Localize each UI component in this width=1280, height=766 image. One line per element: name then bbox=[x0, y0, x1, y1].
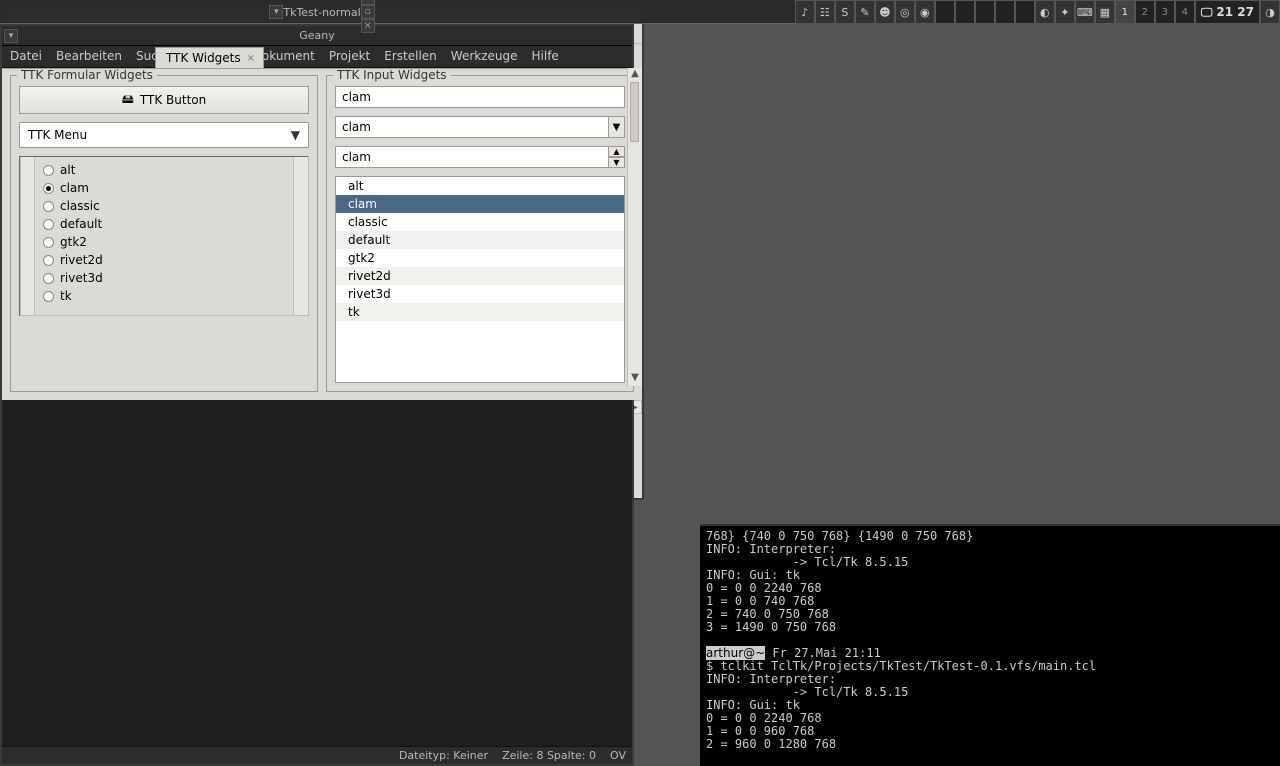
ttk-spinbox[interactable]: clam ▲ ▼ bbox=[335, 146, 625, 168]
tray-spacer bbox=[935, 0, 955, 24]
desktop-2[interactable]: 2 bbox=[1135, 0, 1155, 24]
group-legend: TTK Formular Widgets bbox=[17, 68, 157, 82]
button-icon: 🖴 bbox=[122, 90, 134, 111]
spin-up-icon[interactable]: ▲ bbox=[609, 146, 625, 157]
chevron-down-icon: ▼ bbox=[291, 128, 300, 142]
scrollbar-left[interactable] bbox=[20, 157, 35, 315]
tray-icon[interactable]: ☻ bbox=[875, 0, 895, 24]
status-position: Zeile: 8 Spalte: 0 bbox=[502, 749, 596, 762]
desktop-3[interactable]: 3 bbox=[1155, 0, 1175, 24]
tab-ttk-widgets[interactable]: TTK Widgets× bbox=[155, 47, 264, 69]
radio-dot-icon bbox=[43, 165, 54, 176]
terminal[interactable]: 768} {740 0 750 768} {1490 0 750 768} IN… bbox=[700, 524, 1280, 766]
spin-down-icon[interactable]: ▼ bbox=[609, 157, 625, 168]
radio-rivet3d[interactable]: rivet3d bbox=[43, 271, 285, 285]
radio-dot-icon bbox=[43, 255, 54, 266]
desktop-4[interactable]: 4 bbox=[1175, 0, 1195, 24]
radio-dot-icon bbox=[43, 273, 54, 284]
tray-icon[interactable]: ⌨ bbox=[1075, 0, 1095, 24]
menu-item[interactable]: Datei bbox=[10, 49, 42, 64]
ttk-radio-panel: alt clam classic default gtk2 rivet2d rivet3d t… bbox=[19, 156, 309, 316]
vertical-scrollbar[interactable]: ▲▼ bbox=[627, 68, 642, 386]
geany-title: Geany bbox=[299, 29, 335, 42]
radio-rivet2d[interactable]: rivet2d bbox=[43, 253, 285, 267]
radio-dot-icon bbox=[43, 201, 54, 212]
radio-dot-icon bbox=[43, 219, 54, 230]
list-item[interactable]: clam bbox=[336, 195, 624, 213]
tray-spacer bbox=[995, 0, 1015, 24]
ttk-listbox[interactable]: altclamclassicdefaultgtk2rivet2drivet3dt… bbox=[335, 176, 625, 383]
mousepad-statusbar: Dateityp: Keiner Zeile: 8 Spalte: 0 OV bbox=[2, 746, 632, 764]
radio-tk[interactable]: tk bbox=[43, 289, 285, 303]
radio-dot-icon bbox=[43, 237, 54, 248]
tray-icon[interactable]: S bbox=[835, 0, 855, 24]
system-tray: ♪ ☷ S ✎ ☻ ◎ ◉ ◐ ✦ ⌨ ▦ 1 2 3 4 🖵21 27 ◑ bbox=[795, 0, 1280, 24]
tray-spacer bbox=[1015, 0, 1035, 24]
radio-default[interactable]: default bbox=[43, 217, 285, 231]
menu-item[interactable]: Werkzeuge bbox=[451, 49, 518, 64]
tray-spacer bbox=[975, 0, 995, 24]
tray-icon[interactable]: ☷ bbox=[815, 0, 835, 24]
window-menu-icon[interactable]: ▾ bbox=[4, 29, 18, 43]
radio-gtk2[interactable]: gtk2 bbox=[43, 235, 285, 249]
radio-alt[interactable]: alt bbox=[43, 163, 285, 177]
list-item[interactable]: rivet2d bbox=[336, 267, 624, 285]
geany-titlebar[interactable]: ▾ Geany bbox=[2, 26, 632, 46]
status-ov: OV bbox=[610, 749, 626, 762]
radio-clam[interactable]: clam bbox=[43, 181, 285, 195]
tktest-title: TkTest-normal bbox=[283, 6, 360, 19]
status-filetype: Dateityp: Keiner bbox=[399, 749, 488, 762]
list-item[interactable]: rivet3d bbox=[336, 285, 624, 303]
group-legend: TTK Input Widgets bbox=[333, 68, 451, 82]
maximize-icon[interactable]: ▫ bbox=[361, 5, 375, 19]
menu-item[interactable]: Hilfe bbox=[532, 49, 559, 64]
radio-dot-icon bbox=[43, 183, 54, 194]
ttk-combobox[interactable]: clam ▼ bbox=[335, 116, 625, 138]
tray-icon[interactable]: ◎ bbox=[895, 0, 915, 24]
ttk-input-widgets-group: TTK Input Widgets clam clam ▼ clam ▲ ▼ a… bbox=[326, 75, 634, 392]
ttk-button[interactable]: 🖴 TTK Button bbox=[19, 86, 309, 114]
ttk-entry[interactable]: clam bbox=[335, 86, 625, 108]
window-menu-icon[interactable]: ▾ bbox=[269, 5, 283, 19]
ttk-formular-widgets-group: TTK Formular Widgets 🖴 TTK Button TTK Me… bbox=[10, 75, 318, 392]
tray-icon[interactable]: ♪ bbox=[795, 0, 815, 24]
list-item[interactable]: default bbox=[336, 231, 624, 249]
tray-icon[interactable]: ◑ bbox=[1260, 0, 1280, 24]
tray-icon[interactable]: ◉ bbox=[915, 0, 935, 24]
tray-icon[interactable]: ◐ bbox=[1035, 0, 1055, 24]
close-icon[interactable]: × bbox=[361, 19, 375, 33]
tab-close-icon[interactable]: × bbox=[247, 53, 255, 64]
ttk-menubutton[interactable]: TTK Menu ▼ bbox=[19, 122, 309, 148]
tray-icon[interactable]: ✦ bbox=[1055, 0, 1075, 24]
desktop-1[interactable]: 1 bbox=[1115, 0, 1135, 24]
tktest-titlebar[interactable]: ▾ TkTest-normal ▾ ▫ × bbox=[2, 2, 642, 22]
radio-dot-icon bbox=[43, 291, 54, 302]
list-item[interactable]: tk bbox=[336, 303, 624, 321]
combo-arrow-icon[interactable]: ▼ bbox=[609, 116, 625, 138]
menu-item[interactable]: Bearbeiten bbox=[56, 49, 122, 64]
tray-icon[interactable]: ▦ bbox=[1095, 0, 1115, 24]
tray-icon[interactable]: ✎ bbox=[855, 0, 875, 24]
tray-spacer bbox=[955, 0, 975, 24]
list-item[interactable]: gtk2 bbox=[336, 249, 624, 267]
geany-menubar[interactable]: Datei Bearbeiten Suchen Ansicht Dokument… bbox=[2, 46, 632, 68]
menu-item[interactable]: Erstellen bbox=[384, 49, 437, 64]
radio-classic[interactable]: classic bbox=[43, 199, 285, 213]
list-item[interactable]: alt bbox=[336, 177, 624, 195]
list-item[interactable]: classic bbox=[336, 213, 624, 231]
menu-item[interactable]: Projekt bbox=[329, 49, 370, 64]
scrollbar-right[interactable] bbox=[293, 157, 308, 315]
clock[interactable]: 🖵21 27 bbox=[1195, 0, 1260, 24]
